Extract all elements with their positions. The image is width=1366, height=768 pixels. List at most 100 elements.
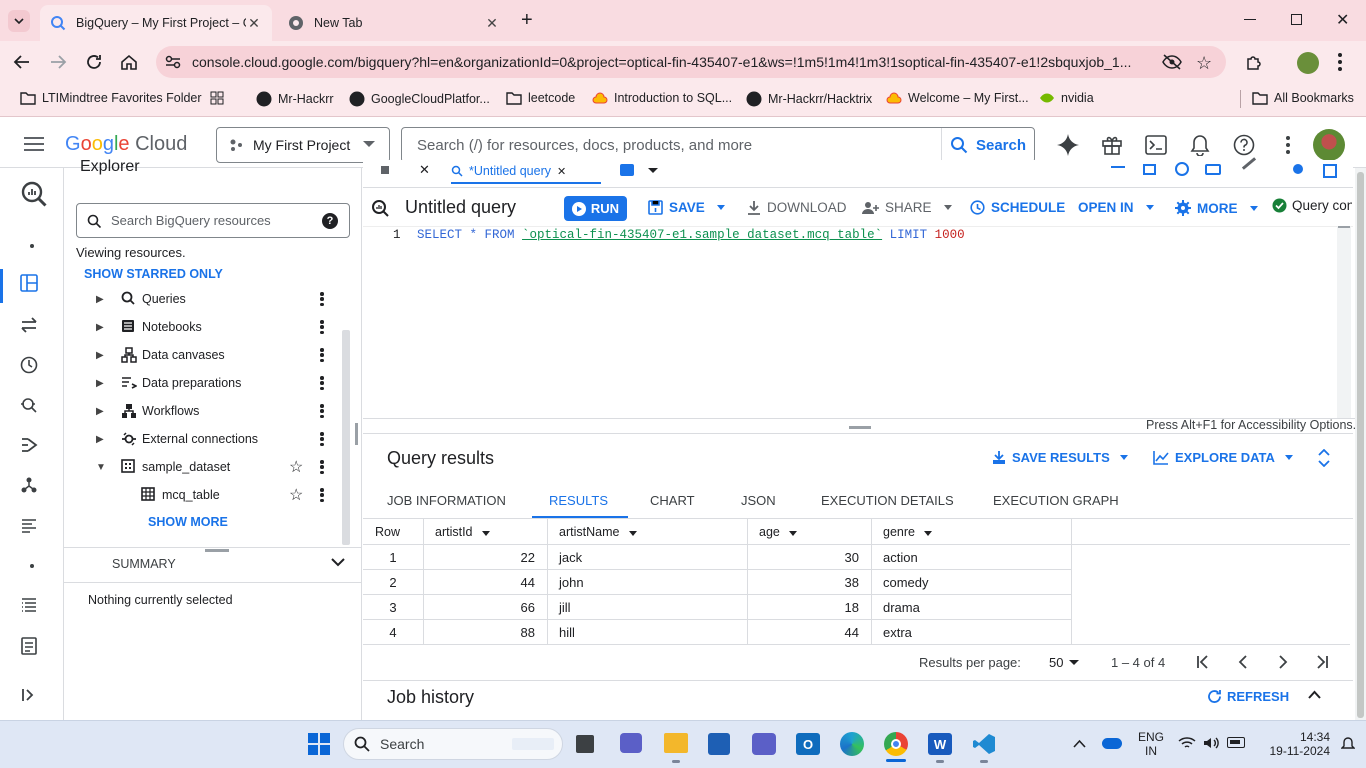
tab-job-information[interactable]: JOB INFORMATION [387,493,506,508]
close-tab-icon[interactable]: ✕ [557,165,566,178]
column-header-age[interactable]: age [759,525,798,539]
tab-icon[interactable] [381,166,389,174]
windows-start-icon[interactable] [308,733,330,755]
next-page-icon[interactable] [1276,655,1290,669]
tab-json[interactable]: JSON [741,493,776,508]
bigquery-icon[interactable] [20,180,47,207]
column-header-artistid[interactable]: artistId [435,525,490,539]
transfers-icon[interactable] [20,316,44,340]
tab-results[interactable]: RESULTS [549,493,608,508]
bookmark-star-icon[interactable]: ☆ [1196,53,1212,74]
browser-menu-icon[interactable] [1338,53,1342,71]
new-tab-icon[interactable]: + [521,9,533,32]
table-row[interactable]: 4 88 hill 44 extra [363,620,1071,645]
volume-icon[interactable] [1203,736,1221,750]
resize-handle[interactable] [355,423,358,445]
more-options-icon[interactable] [316,486,328,504]
outlook-icon[interactable]: O [796,733,820,755]
help-icon[interactable]: ? [322,213,338,229]
explore-data-button[interactable]: EXPLORE DATA [1153,450,1293,465]
fullscreen-icon[interactable] [1323,164,1337,178]
expand-panel-icon[interactable] [1317,449,1331,467]
star-icon[interactable]: ☆ [289,457,303,477]
tree-item-external-connections[interactable]: ▶ External connections [64,425,344,453]
more-options-icon[interactable] [316,290,328,308]
console-search[interactable]: Search (/) for resources, docs, products… [401,127,1035,163]
studio-icon[interactable] [20,274,44,298]
task-view-icon[interactable] [576,735,594,753]
explorer-search-input[interactable]: Search BigQuery resources [111,213,271,228]
browser-tab-bigquery[interactable]: BigQuery – My First Project – G ✕ [40,5,272,41]
bookmark-item[interactable]: GoogleCloudPlatfor... [349,91,490,107]
last-page-icon[interactable] [1315,655,1329,669]
store-icon[interactable] [708,733,730,755]
more-options-icon[interactable] [316,318,328,336]
notifications-icon[interactable] [1190,134,1210,156]
partner-center-icon[interactable] [20,476,44,500]
expand-rail-icon[interactable] [20,686,44,710]
gemini-assist-icon[interactable] [1293,164,1303,174]
tree-item-queries[interactable]: ▶ Queries [64,285,344,313]
sql-editor[interactable]: SELECT * FROM `optical-fin-435407-e1.sam… [417,228,965,242]
run-button[interactable]: RUN [564,196,627,221]
editor-resize-handle[interactable] [849,426,871,429]
show-starred-button[interactable]: SHOW STARRED ONLY [84,267,223,281]
language-indicator[interactable]: ENG IN [1138,730,1164,758]
main-menu-icon[interactable] [24,137,44,151]
share-button[interactable]: SHARE [861,200,952,215]
expand-icon[interactable]: ▶ [96,350,104,361]
chevron-up-icon[interactable] [1308,690,1321,699]
settings-menu-icon[interactable] [1286,136,1290,154]
sort-caret-icon[interactable] [482,531,490,536]
collapse-icon[interactable]: ▼ [96,462,106,473]
star-icon[interactable]: ☆ [289,485,303,505]
tab-execution-graph[interactable]: EXECUTION GRAPH [993,493,1119,508]
more-button[interactable]: MORE [1175,200,1258,216]
file-explorer-icon[interactable] [664,733,688,753]
home-icon[interactable] [120,53,138,71]
panel-drag-handle[interactable] [205,549,229,552]
battery-icon[interactable] [1227,737,1245,748]
meet-icon[interactable] [620,733,642,753]
bookmark-item[interactable]: Welcome – My First... [886,91,1029,105]
expand-icon[interactable]: ▶ [96,322,104,333]
new-query-icon[interactable] [620,164,634,176]
teams-icon[interactable] [752,733,776,755]
table-row[interactable]: 1 22 jack 30 action [363,545,1071,570]
more-options-icon[interactable] [316,402,328,420]
bookmark-item[interactable]: Mr-Hackrr [256,91,334,107]
close-tab-icon[interactable]: ✕ [484,15,500,32]
open-in-button[interactable]: OPEN IN [1078,200,1154,215]
scheduled-queries-icon[interactable] [20,356,44,380]
vscode-icon[interactable] [972,732,996,756]
tree-item-notebooks[interactable]: ▶ Notebooks [64,313,344,341]
expand-icon[interactable]: ▶ [96,294,104,305]
table-row[interactable]: 2 44 john 38 comedy [363,570,1071,595]
eye-off-icon[interactable] [1162,54,1182,70]
explorer-search[interactable]: Search BigQuery resources ? [76,203,350,238]
notes-icon[interactable] [20,637,44,661]
release-notes-icon[interactable] [20,596,44,620]
editor-scrollbar[interactable] [1337,226,1351,418]
apps-icon[interactable] [210,91,224,105]
results-per-page-select[interactable]: 50 [1049,655,1080,670]
chevron-up-icon[interactable] [1073,739,1086,748]
more-options-icon[interactable] [316,458,328,476]
editor-tab-untitled[interactable]: *Untitled query ✕ [451,160,601,184]
address-bar[interactable]: console.cloud.google.com/bigquery?hl=en&… [156,46,1226,78]
previous-page-icon[interactable] [1236,655,1250,669]
help-icon[interactable] [1233,134,1255,156]
close-icon[interactable]: ✕ [419,162,430,178]
info-icon[interactable] [1175,162,1189,176]
gift-icon[interactable] [1101,134,1123,156]
onedrive-icon[interactable] [1102,738,1122,749]
google-cloud-logo[interactable]: Google Cloud [65,133,187,156]
clock[interactable]: 14:34 19-11-2024 [1260,730,1331,758]
tree-item-workflows[interactable]: ▶ Workflows [64,397,344,425]
account-avatar[interactable] [1313,129,1345,161]
reload-icon[interactable] [85,53,103,71]
console-search-input[interactable]: Search (/) for resources, docs, products… [417,137,752,154]
close-tab-icon[interactable]: ✕ [246,15,262,32]
bookmark-folder[interactable]: LTIMindtree Favorites Folder [20,91,202,105]
wifi-icon[interactable] [1178,736,1196,750]
